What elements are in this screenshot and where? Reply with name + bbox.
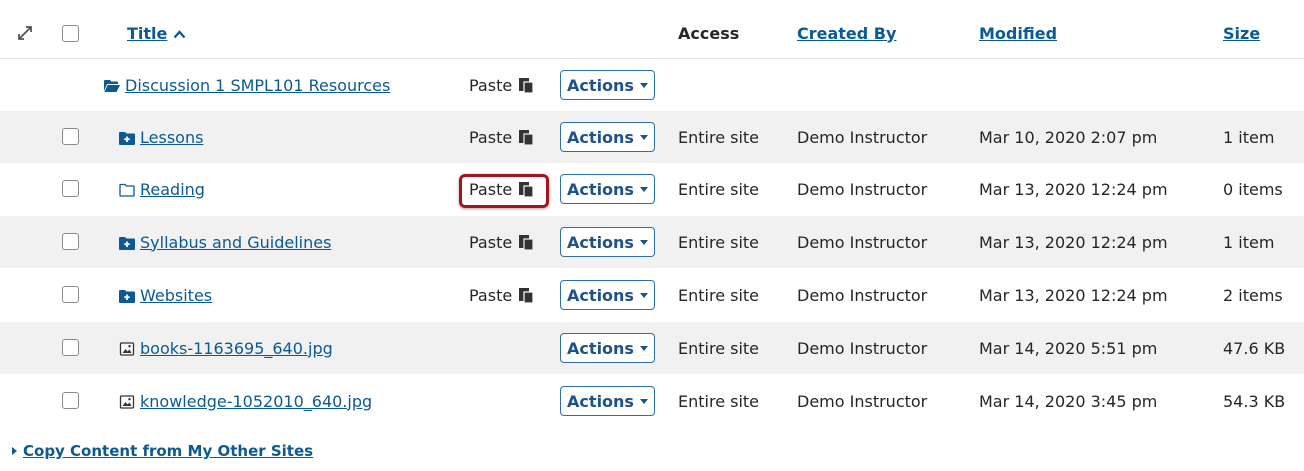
paste-label: Paste (469, 75, 513, 95)
actions-label: Actions (567, 75, 634, 95)
modified-value: Mar 13, 2020 12:24 pm (979, 285, 1168, 305)
table-row: knowledge-1052010_640.jpg Actions Entire… (0, 375, 1304, 427)
created-by-value: Demo Instructor (797, 391, 928, 411)
actions-dropdown[interactable]: Actions (560, 227, 655, 257)
expand-icon[interactable] (17, 25, 33, 45)
file-link[interactable]: knowledge-1052010_640.jpg (140, 392, 372, 411)
size-value: 1 item (1223, 127, 1275, 147)
paste-button[interactable]: Paste (469, 59, 534, 111)
select-all-checkbox[interactable] (62, 25, 79, 42)
folder-link[interactable]: Websites (140, 286, 212, 305)
row-checkbox[interactable] (62, 339, 79, 356)
file-link[interactable]: books-1163695_640.jpg (140, 339, 333, 358)
size-value: 0 items (1223, 179, 1283, 199)
folder-open-icon (104, 78, 120, 92)
row-checkbox[interactable] (62, 392, 79, 409)
caret-down-icon (639, 239, 648, 245)
actions-label: Actions (567, 232, 634, 252)
row-checkbox[interactable] (62, 286, 79, 303)
clipboard-icon (519, 235, 534, 250)
created-by-value: Demo Instructor (797, 179, 928, 199)
size-value: 54.3 KB (1223, 391, 1286, 411)
image-file-icon (119, 341, 135, 356)
actions-dropdown[interactable]: Actions (560, 174, 655, 204)
actions-dropdown[interactable]: Actions (560, 70, 655, 100)
caret-down-icon (639, 134, 648, 140)
actions-label: Actions (567, 338, 634, 358)
access-value: Entire site (678, 391, 760, 411)
sort-ascending-icon (173, 24, 186, 43)
row-checkbox[interactable] (62, 128, 79, 145)
created-by-value: Demo Instructor (797, 127, 928, 147)
parent-folder-link[interactable]: Discussion 1 SMPL101 Resources (125, 76, 390, 95)
copy-content-label: Copy Content from My Other Sites (23, 442, 314, 460)
caret-down-icon (639, 398, 648, 404)
created-by-sort-link[interactable]: Created By (797, 24, 896, 43)
folder-empty-icon (119, 182, 135, 197)
actions-dropdown[interactable]: Actions (560, 386, 655, 416)
folder-plus-icon (119, 130, 135, 145)
table-header: Title Access Created By Modified Size (0, 8, 1304, 59)
access-value: Entire site (678, 285, 760, 305)
modified-value: Mar 14, 2020 3:45 pm (979, 391, 1158, 411)
table-row: Syllabus and Guidelines Paste Actions En… (0, 216, 1304, 268)
clipboard-icon (519, 78, 534, 93)
caret-right-icon (12, 447, 17, 455)
modified-sort-link[interactable]: Modified (979, 24, 1057, 43)
parent-folder-row: Discussion 1 SMPL101 Resources Paste Act… (0, 59, 1304, 111)
caret-down-icon (639, 292, 648, 298)
caret-down-icon (639, 82, 648, 88)
paste-button[interactable]: Paste (469, 269, 534, 321)
clipboard-icon (519, 130, 534, 145)
title-column-header[interactable]: Title (127, 8, 186, 58)
image-file-icon (119, 394, 135, 409)
folder-link[interactable]: Syllabus and Guidelines (140, 233, 331, 252)
actions-dropdown[interactable]: Actions (560, 122, 655, 152)
paste-label: Paste (469, 285, 513, 305)
created-by-value: Demo Instructor (797, 338, 928, 358)
actions-dropdown[interactable]: Actions (560, 333, 655, 363)
title-sort-link[interactable]: Title (127, 24, 167, 43)
modified-value: Mar 13, 2020 12:24 pm (979, 232, 1168, 252)
modified-value: Mar 13, 2020 12:24 pm (979, 179, 1168, 199)
size-value: 1 item (1223, 232, 1275, 252)
table-row: Lessons Paste Actions Entire site Demo I… (0, 111, 1304, 163)
size-value: 47.6 KB (1223, 338, 1286, 358)
table-row: Websites Paste Actions Entire site Demo … (0, 269, 1304, 321)
caret-down-icon (639, 186, 648, 192)
clipboard-icon (519, 288, 534, 303)
access-value: Entire site (678, 338, 760, 358)
paste-button[interactable]: Paste (469, 216, 534, 268)
actions-dropdown[interactable]: Actions (560, 280, 655, 310)
created-by-value: Demo Instructor (797, 285, 928, 305)
table-row: Reading Paste Actions Entire site Demo I… (0, 163, 1304, 215)
row-checkbox[interactable] (62, 180, 79, 197)
table-row: books-1163695_640.jpg Actions Entire sit… (0, 322, 1304, 374)
actions-label: Actions (567, 285, 634, 305)
size-sort-link[interactable]: Size (1223, 24, 1260, 43)
paste-label: Paste (469, 127, 513, 147)
actions-label: Actions (567, 179, 634, 199)
copy-content-toggle[interactable]: Copy Content from My Other Sites (12, 442, 313, 460)
actions-label: Actions (567, 391, 634, 411)
access-value: Entire site (678, 179, 760, 199)
paste-highlight-box (459, 174, 549, 208)
modified-value: Mar 14, 2020 5:51 pm (979, 338, 1158, 358)
folder-link[interactable]: Lessons (140, 128, 203, 147)
paste-button[interactable]: Paste (469, 111, 534, 163)
caret-down-icon (639, 345, 648, 351)
size-value: 2 items (1223, 285, 1283, 305)
actions-label: Actions (567, 127, 634, 147)
access-value: Entire site (678, 232, 760, 252)
folder-link[interactable]: Reading (140, 180, 205, 199)
created-by-value: Demo Instructor (797, 232, 928, 252)
folder-plus-icon (119, 235, 135, 250)
folder-plus-icon (119, 288, 135, 303)
modified-value: Mar 10, 2020 2:07 pm (979, 127, 1158, 147)
access-value: Entire site (678, 127, 760, 147)
access-column-header: Access (678, 23, 740, 43)
row-checkbox[interactable] (62, 233, 79, 250)
paste-label: Paste (469, 232, 513, 252)
